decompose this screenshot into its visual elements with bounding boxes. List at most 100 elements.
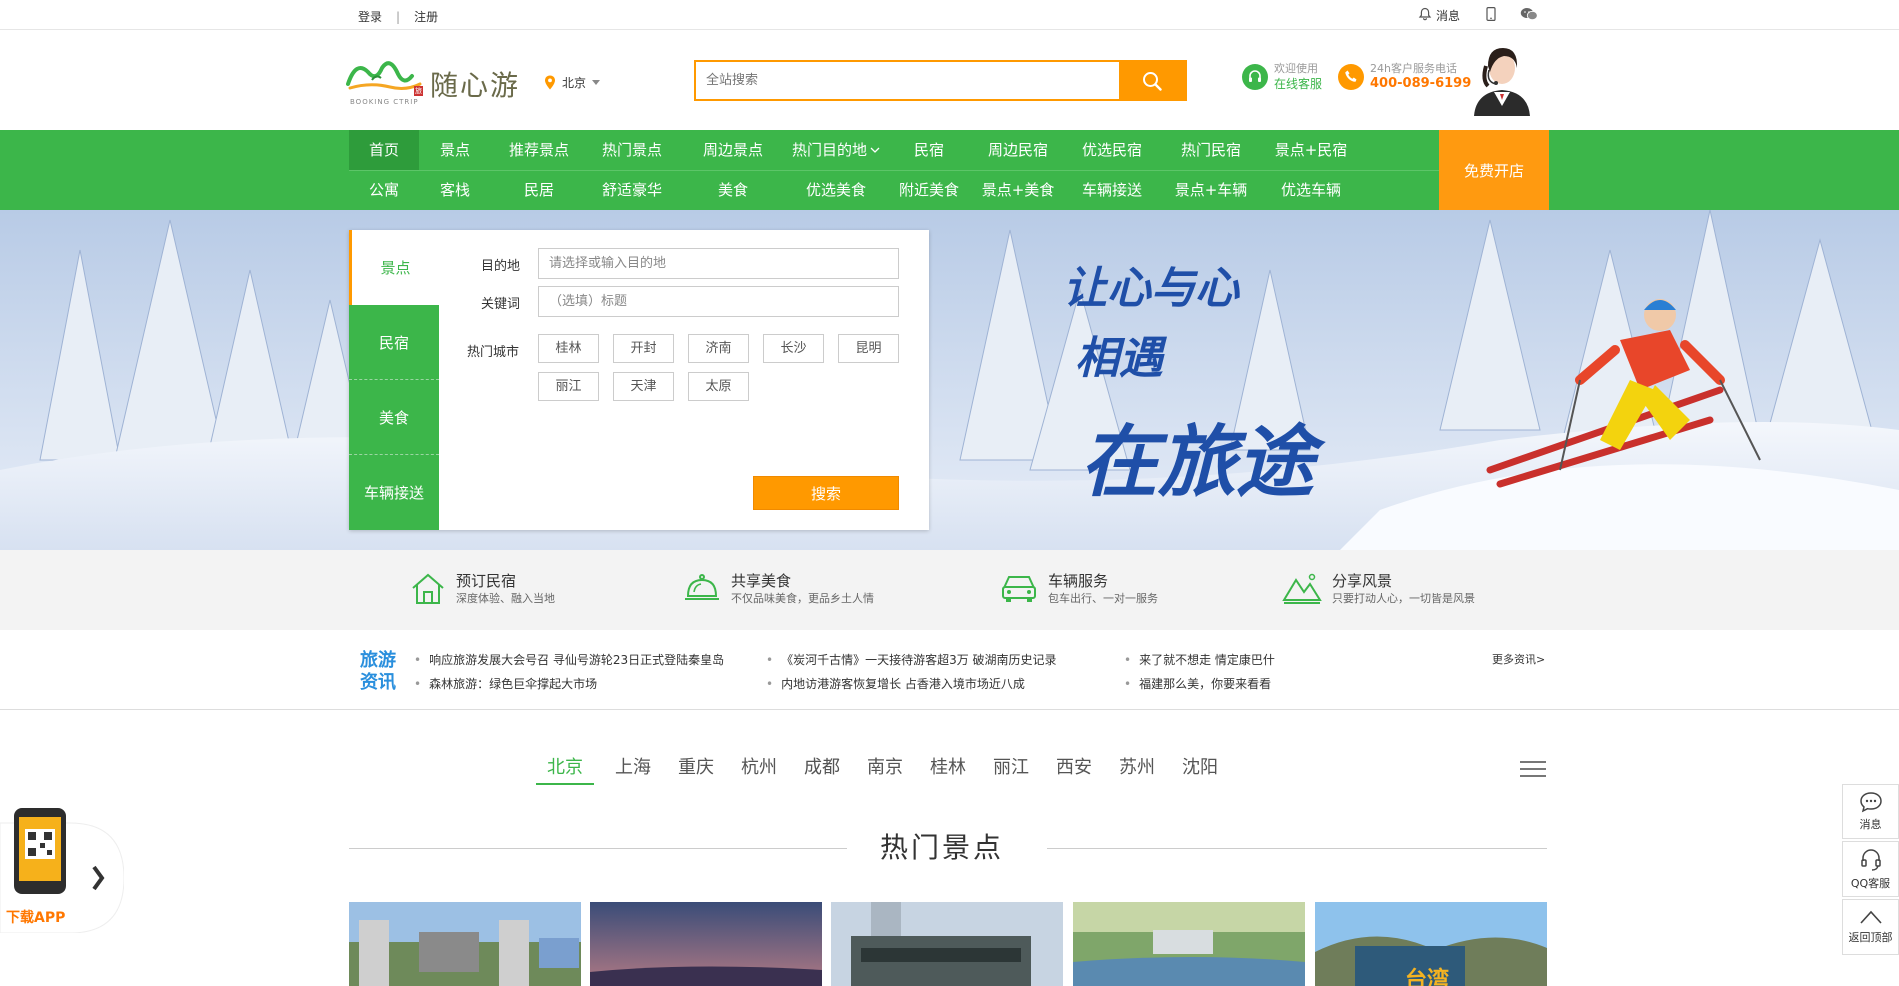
nav-home[interactable]: 首页 <box>349 130 419 170</box>
city-button[interactable]: 太原 <box>688 372 749 401</box>
attraction-thumbnail[interactable] <box>1073 902 1305 986</box>
nav-row-2: 公寓 客栈 民居 舒适豪华 美食 优选美食 附近美食 景点+美食 车辆接送 景点… <box>349 170 1363 210</box>
side-messages[interactable]: 消息 <box>1842 784 1899 839</box>
site-logo[interactable]: 随心游 旅 BOOKING CTRIP <box>346 52 534 112</box>
news-link[interactable]: 来了就不想走 情定康巴什 <box>1124 648 1275 672</box>
house-icon <box>412 573 444 604</box>
service-agent-avatar <box>1468 36 1536 116</box>
chat-bubble-icon <box>1859 792 1882 813</box>
nav-item[interactable]: 舒适豪华 <box>587 170 677 210</box>
city-button[interactable]: 天津 <box>613 372 674 401</box>
attraction-thumbnail[interactable]: 台湾 <box>1315 902 1547 986</box>
hamburger-menu-icon[interactable] <box>1520 761 1546 781</box>
nav-item[interactable]: 景点+车辆 <box>1163 170 1259 210</box>
nav-item[interactable]: 民居 <box>491 170 587 210</box>
city-button[interactable]: 丽江 <box>538 372 599 401</box>
nav-item[interactable]: 车辆接送 <box>1061 170 1163 210</box>
bell-icon[interactable] <box>1418 7 1432 24</box>
city-button[interactable]: 开封 <box>613 334 674 363</box>
nav-item[interactable]: 优选美食 <box>789 170 883 210</box>
feature-subtitle: 只要打动人心，一切皆是风景 <box>1332 592 1475 605</box>
nav-hot-destinations[interactable]: 热门目的地 <box>789 130 883 170</box>
destination-input[interactable]: 请选择或输入目的地 <box>538 248 899 279</box>
open-shop-button[interactable]: 免费开店 <box>1439 130 1549 210</box>
messages-link[interactable]: 消息 <box>1436 7 1460 24</box>
feature-item[interactable]: 预订民宿 深度体验、融入当地 <box>410 572 555 607</box>
city-button[interactable]: 济南 <box>688 334 749 363</box>
city-tab[interactable]: 杭州 <box>735 753 783 785</box>
caret-down-icon <box>592 80 601 85</box>
nav-item[interactable]: 景点+美食 <box>975 170 1061 210</box>
city-tab[interactable]: 北京 <box>536 753 594 785</box>
feature-item[interactable]: 共享美食 不仅品味美食，更品乡土人情 <box>683 572 874 607</box>
login-link[interactable]: 登录 <box>358 8 382 25</box>
search-button[interactable] <box>1119 62 1185 99</box>
more-news-link[interactable]: 更多资讯> <box>1492 651 1545 667</box>
nav-item[interactable]: 公寓 <box>349 170 419 210</box>
attraction-thumbnail[interactable] <box>349 902 581 986</box>
online-service[interactable]: 欢迎使用 在线客服 <box>1242 61 1322 92</box>
nav-item[interactable]: 景点+民宿 <box>1259 130 1363 170</box>
feature-subtitle: 包车出行、一对一服务 <box>1048 592 1158 605</box>
mountain-icon <box>1282 573 1322 604</box>
city-button[interactable]: 昆明 <box>838 334 899 363</box>
city-tab[interactable]: 丽江 <box>987 753 1035 785</box>
city-button[interactable]: 长沙 <box>763 334 824 363</box>
mobile-icon[interactable] <box>1486 7 1496 24</box>
side-qq-service[interactable]: QQ客服 <box>1842 841 1899 897</box>
city-tab[interactable]: 重庆 <box>672 753 720 785</box>
nav-item[interactable]: 民宿 <box>883 130 975 170</box>
keyword-input[interactable]: （选填）标题 <box>538 286 899 317</box>
global-search <box>694 60 1187 101</box>
register-link[interactable]: 注册 <box>414 8 438 25</box>
nav-item[interactable]: 推荐景点 <box>491 130 587 170</box>
attraction-thumbnail[interactable] <box>590 902 822 986</box>
back-to-top-button[interactable]: 返回顶部 <box>1842 899 1899 955</box>
city-button[interactable]: 桂林 <box>538 334 599 363</box>
city-tab[interactable]: 南京 <box>861 753 909 785</box>
headset-icon <box>1860 848 1881 871</box>
city-tab[interactable]: 苏州 <box>1113 753 1161 785</box>
news-link[interactable]: 福建那么美，你要来看看 <box>1124 672 1275 696</box>
side-qq-label: QQ客服 <box>1850 876 1891 890</box>
tab-transfer[interactable]: 车辆接送 <box>349 455 439 530</box>
city-tab[interactable]: 上海 <box>609 753 657 785</box>
search-input[interactable] <box>696 62 1119 99</box>
nav-item[interactable]: 优选民宿 <box>1061 130 1163 170</box>
city-tab[interactable]: 成都 <box>798 753 846 785</box>
news-link[interactable]: 《炭河千古情》一天接待游客超3万 破湖南历史记录 <box>766 648 1056 672</box>
nav-item[interactable]: 热门景点 <box>587 130 677 170</box>
top-bar: 登录 | 注册 消息 <box>0 0 1899 30</box>
nav-item[interactable]: 优选车辆 <box>1259 170 1363 210</box>
download-app-widget[interactable]: 下载APP <box>0 803 124 933</box>
slogan-line-2: 相遇 <box>1075 333 1163 384</box>
nav-item[interactable]: 周边景点 <box>677 130 789 170</box>
news-column: 响应旅游发展大会号召 寻仙号游轮23日正式登陆秦皇岛 森林旅游：绿色巨伞撑起大市… <box>414 648 724 696</box>
nav-item[interactable]: 景点 <box>419 130 491 170</box>
nav-item[interactable]: 热门民宿 <box>1163 130 1259 170</box>
feature-item[interactable]: 车辆服务 包车出行、一对一服务 <box>1000 572 1158 607</box>
hot-cities-label: 热门城市 <box>467 345 520 360</box>
wechat-icon[interactable] <box>1520 7 1538 24</box>
nav-item[interactable]: 附近美食 <box>883 170 975 210</box>
feature-item[interactable]: 分享风景 只要打动人心，一切皆是风景 <box>1282 572 1475 607</box>
headset-icon <box>1242 63 1268 90</box>
hotline-number: 400-089-6199 <box>1370 76 1472 91</box>
location-pin-icon <box>545 75 555 90</box>
booking-search-button[interactable]: 搜索 <box>753 476 899 510</box>
news-link[interactable]: 森林旅游：绿色巨伞撑起大市场 <box>414 672 724 696</box>
nav-item[interactable]: 客栈 <box>419 170 491 210</box>
tab-food[interactable]: 美食 <box>349 380 439 455</box>
tab-homestay[interactable]: 民宿 <box>349 305 439 380</box>
news-link[interactable]: 内地访港游客恢复增长 占香港入境市场近八成 <box>766 672 1057 696</box>
tab-scenic[interactable]: 景点 <box>349 230 439 305</box>
city-tab[interactable]: 西安 <box>1050 753 1098 785</box>
attraction-thumbnail[interactable] <box>831 902 1063 986</box>
nav-item[interactable]: 美食 <box>677 170 789 210</box>
news-link[interactable]: 响应旅游发展大会号召 寻仙号游轮23日正式登陆秦皇岛 <box>414 648 724 672</box>
city-tab[interactable]: 沈阳 <box>1176 753 1224 785</box>
page: 登录 | 注册 消息 随心游 旅 BOOKING CTRIP 北京 全站搜索 欢… <box>0 0 1899 986</box>
city-tab[interactable]: 桂林 <box>924 753 972 785</box>
city-selector[interactable]: 北京 <box>544 74 601 91</box>
nav-item[interactable]: 周边民宿 <box>975 130 1061 170</box>
